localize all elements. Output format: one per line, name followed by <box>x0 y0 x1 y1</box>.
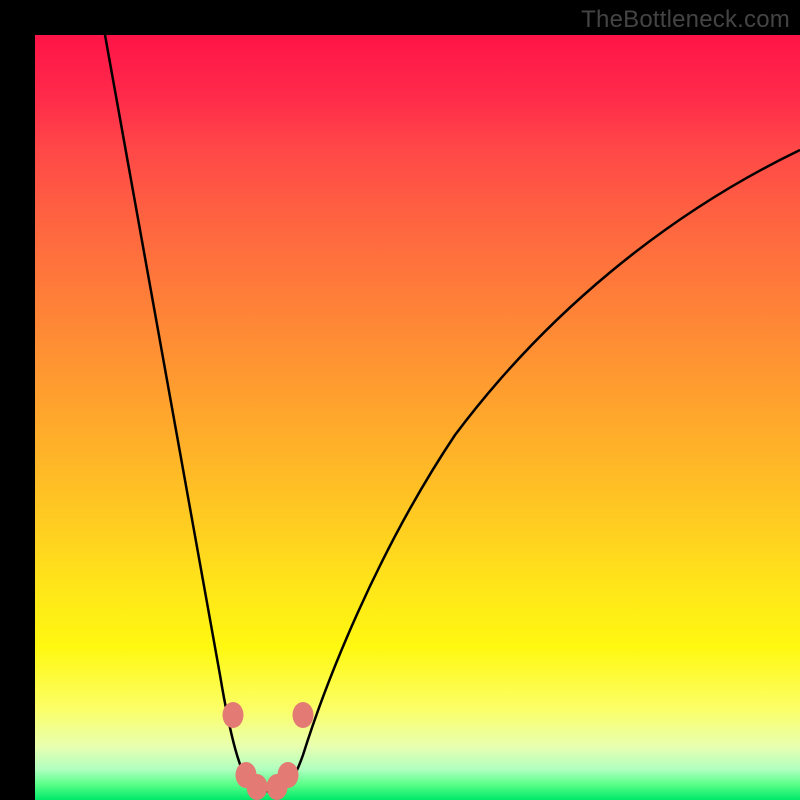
marker-dot <box>267 774 288 800</box>
marker-dot <box>293 702 314 728</box>
curve-left <box>105 35 275 792</box>
marker-dot <box>247 774 268 800</box>
watermark-text: TheBottleneck.com <box>581 6 790 34</box>
curve-right <box>275 150 800 789</box>
marker-dot <box>223 702 244 728</box>
bottleneck-curve <box>35 35 800 800</box>
chart-area <box>35 35 800 800</box>
